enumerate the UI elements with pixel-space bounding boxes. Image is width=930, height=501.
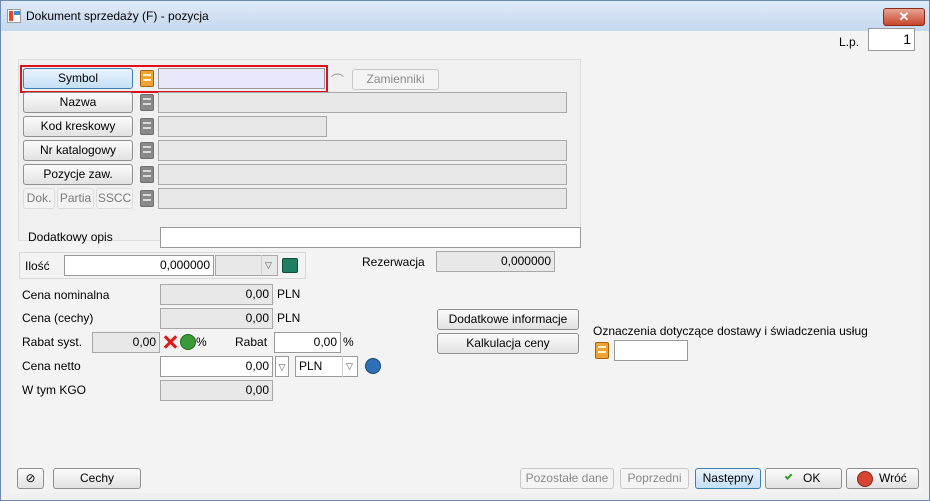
kod-kreskowy-field[interactable] [158, 116, 327, 137]
cena-cechy-label: Cena (cechy) [22, 311, 94, 325]
title-bar: Dokument sprzedaży (F) - pozycja ✕ [1, 1, 929, 31]
kod-lookup-icon[interactable] [140, 118, 154, 135]
refresh-icon[interactable] [180, 334, 196, 350]
nrkat-lookup-icon[interactable] [140, 142, 154, 159]
rabat-percent: % [343, 335, 354, 349]
rezerwacja-field: 0,000000 [436, 251, 555, 272]
rabat-label: Rabat [235, 335, 268, 349]
netto-mode-dropdown[interactable]: ▽ [275, 356, 289, 377]
ilosc-label: Ilość [25, 259, 50, 273]
wroc-label: Wróć [879, 471, 907, 485]
kalkulacja-ceny-button[interactable]: Kalkulacja ceny [437, 333, 579, 354]
cancel-icon [857, 471, 873, 487]
nr-katalogowy-button[interactable]: Nr katalogowy [23, 140, 133, 161]
dodatkowe-informacje-button[interactable]: Dodatkowe informacje [437, 309, 579, 330]
cechy-button[interactable]: Cechy [53, 468, 141, 489]
pozycje-zaw-button[interactable]: Pozycje zaw. [23, 164, 133, 185]
nr-katalogowy-field[interactable] [158, 140, 567, 161]
oznaczenia-lookup-icon[interactable] [595, 342, 609, 359]
nastepny-button[interactable]: Następny [695, 468, 761, 489]
oznaczenia-label: Oznaczenia dotyczące dostawy i świadczen… [593, 324, 868, 338]
symbol-field[interactable] [158, 68, 325, 89]
paperclip-icon: ⊘ [25, 471, 36, 485]
rabat-field[interactable]: 0,00 [274, 332, 341, 353]
clear-icon[interactable] [163, 335, 177, 349]
nazwa-field[interactable] [158, 92, 567, 113]
chevron-down-icon[interactable]: ▽ [342, 356, 356, 377]
wroc-button[interactable]: Wróć [846, 468, 919, 489]
app-icon [7, 9, 21, 23]
lp-label: L.p. [839, 35, 860, 49]
nazwa-lookup-icon[interactable] [140, 94, 154, 111]
dialog-content: L.p. 1 Symbol ⌒ Zamienniki Nazwa Kod kre… [10, 28, 922, 493]
cena-nominalna-field: 0,00 [160, 284, 273, 305]
kgo-field: 0,00 [160, 380, 273, 401]
rabat-syst-field: 0,00 [92, 332, 160, 353]
dok-button[interactable]: Dok. [23, 188, 55, 209]
cena-nominalna-label: Cena nominalna [22, 288, 110, 302]
pozycje-lookup-icon[interactable] [140, 166, 154, 183]
window-title: Dokument sprzedaży (F) - pozycja [26, 9, 209, 23]
zamienniki-button[interactable]: Zamienniki [352, 69, 439, 90]
kgo-label: W tym KGO [22, 383, 86, 397]
nazwa-button[interactable]: Nazwa [23, 92, 133, 113]
dialog-window: Dokument sprzedaży (F) - pozycja ✕ L.p. … [0, 0, 930, 501]
opis-field[interactable] [160, 227, 581, 248]
symbol-lookup-icon[interactable] [140, 70, 154, 87]
pozycje-zaw-field[interactable] [158, 164, 567, 185]
opis-label: Dodatkowy opis [28, 230, 113, 244]
cena-nominalna-currency: PLN [277, 287, 301, 301]
rabat-syst-percent: % [196, 335, 207, 349]
oznaczenia-field[interactable] [614, 340, 688, 361]
kod-kreskowy-button[interactable]: Kod kreskowy [23, 116, 133, 137]
lamp-icon[interactable]: ⌒ [331, 70, 349, 88]
cena-cechy-currency: PLN [277, 311, 301, 325]
rabat-syst-label: Rabat syst. [22, 335, 83, 349]
chevron-down-icon[interactable]: ▽ [261, 255, 275, 276]
lp-field[interactable]: 1 [868, 28, 915, 51]
pozostale-dane-button[interactable]: Pozostałe dane [520, 468, 614, 489]
ok-label: OK [803, 471, 821, 485]
close-button[interactable]: ✕ [883, 8, 925, 26]
checkmark-icon [784, 472, 793, 480]
symbol-button[interactable]: Symbol [23, 68, 133, 89]
cena-netto-field[interactable]: 0,00 [160, 356, 273, 377]
attachment-button[interactable]: ⊘ [17, 468, 44, 489]
sscc-field[interactable] [158, 188, 567, 209]
cena-netto-label: Cena netto [22, 359, 81, 373]
info-icon[interactable] [365, 358, 381, 374]
ok-button[interactable]: OK [765, 468, 842, 489]
rezerwacja-label: Rezerwacja [362, 255, 425, 269]
calculator-icon[interactable] [282, 258, 298, 273]
partia-button[interactable]: Partia [57, 188, 94, 209]
ilosc-field[interactable]: 0,000000 [64, 255, 214, 276]
sscc-lookup-icon[interactable] [140, 190, 154, 207]
sscc-button[interactable]: SSCC [96, 188, 133, 209]
cena-cechy-field: 0,00 [160, 308, 273, 329]
poprzedni-button[interactable]: Poprzedni [620, 468, 689, 489]
